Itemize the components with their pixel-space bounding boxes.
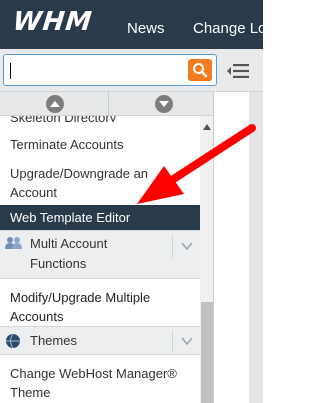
chevron-up-icon [50, 101, 60, 107]
sidebar-scroll-nav [0, 92, 213, 116]
sidebar-item-web-template-editor[interactable]: Web Template Editor [0, 205, 200, 230]
sidebar-item-label: Web Template Editor [10, 210, 131, 225]
sidebar-item-label: Change WebHost Manager® [10, 366, 177, 381]
scroll-down-button[interactable] [155, 95, 173, 113]
sidebar-scrollbar[interactable] [200, 116, 213, 403]
nav-news-link[interactable]: News [127, 20, 165, 37]
sidebar-item-modify-upgrade-multiple[interactable]: Modify/Upgrade Multiple Accounts [0, 288, 200, 326]
globe-icon [6, 333, 20, 349]
main-scrollbar[interactable] [249, 92, 263, 403]
chevron-down-icon [181, 242, 193, 250]
chevron-down-icon [181, 337, 193, 345]
nav-change-log-link[interactable]: Change Lo [193, 20, 263, 37]
scrollbar-up-arrow-icon[interactable] [203, 124, 211, 130]
sidebar-item-upgrade-downgrade[interactable]: Upgrade/Downgrade an Account [0, 164, 200, 202]
category-toggle[interactable] [172, 235, 200, 259]
search-icon [193, 63, 208, 78]
category-label-line: Multi Account [30, 236, 108, 251]
whm-logo[interactable]: WHM [11, 7, 93, 37]
category-label: Themes [30, 333, 77, 348]
category-label: Multi Account Functions [30, 234, 107, 274]
scroll-up-button[interactable] [46, 95, 64, 113]
sidebar-item-terminate-accounts[interactable]: Terminate Accounts [0, 135, 200, 154]
divider [108, 92, 109, 116]
sidebar-item-label: Account [10, 185, 57, 200]
users-icon [5, 237, 22, 249]
search-input[interactable] [7, 57, 183, 83]
top-bar: WHM News Change Lo [0, 0, 263, 49]
collapse-menu-icon [227, 64, 249, 78]
sidebar: Skeleton Directory Terminate Accounts Up… [0, 92, 214, 403]
chevron-down-icon [159, 101, 169, 107]
sidebar-item-label: Theme [10, 385, 51, 400]
category-toggle[interactable] [172, 330, 200, 352]
sidebar-item-label: Accounts [10, 309, 64, 324]
text-cursor [10, 63, 11, 79]
search-button[interactable] [188, 59, 212, 81]
sidebar-item-label: Modify/Upgrade Multiple [10, 290, 151, 305]
category-label-line: Functions [30, 256, 87, 271]
scrollbar-thumb[interactable] [201, 302, 213, 403]
search-row [0, 49, 263, 92]
search-box [3, 54, 217, 86]
sidebar-item-label: Terminate Accounts [10, 137, 124, 152]
collapse-sidebar-button[interactable] [226, 63, 250, 79]
sidebar-item-change-theme[interactable]: Change WebHost Manager® Theme [0, 364, 200, 402]
category-multi-account-functions[interactable]: Multi Account Functions [0, 230, 200, 279]
sidebar-item-label: Upgrade/Downgrade an [10, 166, 149, 181]
category-themes[interactable]: Themes [0, 326, 200, 355]
